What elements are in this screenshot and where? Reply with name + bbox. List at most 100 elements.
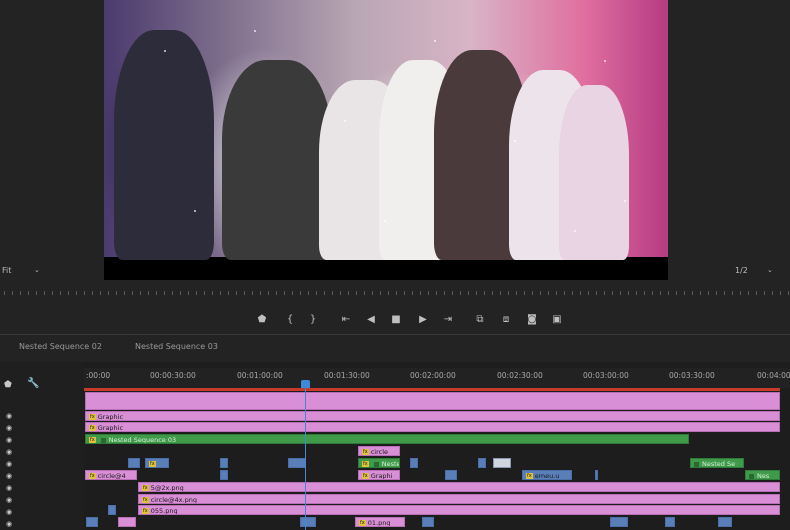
ruler-tick — [356, 291, 357, 295]
zoom-level-select[interactable]: Fit ⌄ — [2, 266, 44, 278]
timeline-clip[interactable] — [478, 458, 486, 468]
ruler-tick — [396, 291, 397, 295]
eye-icon[interactable]: ◉ — [6, 520, 16, 528]
timeline-clip[interactable] — [128, 458, 140, 468]
overwrite-icon[interactable]: ⧈ — [500, 314, 512, 326]
ruler-tick — [36, 291, 37, 295]
timeline-clip[interactable] — [610, 517, 628, 527]
playback-resolution-select[interactable]: 1/2 ⌄ — [735, 266, 780, 278]
mark-out-icon[interactable]: } — [307, 314, 319, 326]
ruler-label: :00:00 — [86, 371, 111, 380]
timeline-clip-graphic[interactable]: fx Graphic — [85, 411, 780, 421]
ruler-tick — [12, 291, 13, 295]
go-to-out-icon[interactable]: ⇥ — [442, 314, 454, 326]
ruler-tick — [164, 291, 165, 295]
timeline-clip[interactable] — [220, 470, 228, 480]
fx-badge-icon: fx — [89, 436, 96, 443]
nested-sequence-icon — [694, 461, 699, 467]
clip-label: emeu.u — [534, 472, 560, 480]
timeline-clip[interactable] — [288, 458, 306, 468]
timeline-clip[interactable] — [445, 470, 457, 480]
ruler-tick — [236, 291, 237, 295]
marker-icon[interactable]: ⬟ — [4, 380, 12, 390]
ruler-label: 00:01:30:00 — [324, 371, 370, 380]
timeline-clip[interactable] — [118, 517, 136, 527]
timeline-clip-png[interactable]: fx 5@2x.png — [138, 482, 780, 492]
eye-icon[interactable]: ◉ — [6, 496, 16, 504]
ruler-tick — [596, 291, 597, 295]
timeline-ruler[interactable]: :00:00 00:00:30:00 00:01:00:00 00:01:30:… — [84, 368, 790, 388]
fx-badge-icon: fx — [142, 484, 149, 491]
timeline-clip-graphic[interactable]: fx Graphic — [85, 422, 780, 432]
ruler-tick — [156, 291, 157, 295]
work-area-bar[interactable] — [84, 388, 780, 391]
ruler-tick — [500, 291, 501, 295]
timeline-clip[interactable] — [86, 517, 98, 527]
timeline-clip-nes[interactable]: Nes — [745, 470, 780, 480]
eye-icon[interactable]: ◉ — [6, 460, 16, 468]
add-marker-icon[interactable]: ⬟ — [256, 314, 268, 326]
timeline-clip-emeu[interactable]: fx emeu.u — [522, 470, 572, 480]
timeline-clip[interactable] — [108, 505, 116, 515]
eye-icon[interactable]: ◉ — [6, 448, 16, 456]
go-to-in-icon[interactable]: ⇤ — [340, 314, 352, 326]
ruler-tick — [404, 291, 405, 295]
timeline-clip[interactable]: fx — [145, 458, 169, 468]
eye-icon[interactable]: ◉ — [6, 508, 16, 516]
ruler-tick — [740, 291, 741, 295]
timeline-clip-png[interactable]: fx 01.png — [355, 517, 405, 527]
timeline-clip-circle[interactable]: fx circle — [358, 446, 400, 456]
timeline-clip[interactable] — [220, 458, 228, 468]
fx-badge-icon: fx — [89, 424, 96, 431]
timeline-clip[interactable] — [300, 517, 316, 527]
timeline-clip[interactable] — [595, 470, 598, 480]
ruler-tick — [196, 291, 197, 295]
ruler-tick — [588, 291, 589, 295]
clip-label: Nested Se — [702, 460, 736, 468]
insert-icon[interactable]: ⧉ — [474, 314, 486, 326]
timeline-clip-nested[interactable]: fx Neste — [358, 458, 400, 468]
track-headers: ⬟ 🔧 ◉ ◉ ◉ ◉ ◉ ◉ ◉ ◉ ◉ ◉ — [0, 362, 84, 530]
timeline-clip[interactable] — [410, 458, 418, 468]
monitor-time-ruler[interactable] — [0, 288, 790, 298]
ruler-tick — [460, 291, 461, 295]
timeline-clip-nested-se[interactable]: Nested Se — [690, 458, 744, 468]
clip-label: circle@4 — [97, 472, 126, 480]
eye-icon[interactable]: ◉ — [6, 412, 16, 420]
ruler-tick — [84, 291, 85, 295]
ruler-tick — [4, 291, 5, 295]
eye-icon[interactable]: ◉ — [6, 436, 16, 444]
ruler-tick — [708, 291, 709, 295]
timeline-clip-png[interactable]: fx circle@4x.png — [138, 494, 780, 504]
mark-in-icon[interactable]: { — [284, 314, 296, 326]
timeline-clip[interactable] — [665, 517, 675, 527]
timeline-clip[interactable] — [422, 517, 434, 527]
playhead-handle[interactable] — [301, 380, 310, 388]
timeline-clip[interactable] — [718, 517, 732, 527]
stop-icon[interactable]: ■ — [390, 314, 402, 326]
comparison-view-icon[interactable]: ▣ — [551, 314, 563, 326]
ruler-tick — [252, 291, 253, 295]
tab-nested-sequence-03[interactable]: Nested Sequence 03 — [135, 342, 218, 351]
timeline-clip-graphi[interactable]: fx Graphi — [358, 470, 400, 480]
step-forward-icon[interactable]: ▶ — [417, 314, 429, 326]
timeline-clip[interactable] — [493, 458, 511, 468]
ruler-tick — [316, 291, 317, 295]
video-preview[interactable] — [104, 0, 668, 280]
tab-nested-sequence-02[interactable]: Nested Sequence 02 — [19, 342, 102, 351]
ruler-tick — [204, 291, 205, 295]
eye-icon[interactable]: ◉ — [6, 484, 16, 492]
playhead[interactable] — [305, 380, 306, 530]
eye-icon[interactable]: ◉ — [6, 424, 16, 432]
ruler-label: 00:04:00 — [757, 371, 790, 380]
timeline-clip-png[interactable]: fx 055.png — [138, 505, 780, 515]
adjustment-clip[interactable] — [85, 392, 780, 410]
step-back-icon[interactable]: ◀ — [365, 314, 377, 326]
ruler-tick — [636, 291, 637, 295]
timeline-clip-nested-sequence-03[interactable]: fx Nested Sequence 03 — [85, 434, 689, 444]
wrench-icon[interactable]: 🔧 — [27, 378, 39, 389]
ruler-tick — [604, 291, 605, 295]
eye-icon[interactable]: ◉ — [6, 472, 16, 480]
camera-icon[interactable]: ◙ — [526, 314, 538, 326]
timeline-clip-circle4[interactable]: fx circle@4 — [85, 470, 137, 480]
